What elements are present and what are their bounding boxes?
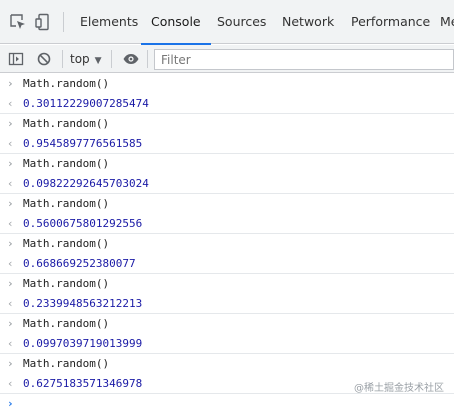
console-result-line[interactable]: ‹ 0.09822292645703024 (0, 174, 454, 194)
input-chevron-icon: › (7, 117, 14, 130)
console-input-line[interactable]: › Math.random() (0, 154, 454, 174)
console-input-text: Math.random() (23, 357, 110, 370)
console-result-line[interactable]: ‹ 0.668669252380077 (0, 254, 454, 274)
result-chevron-icon: ‹ (7, 256, 14, 270)
console-entry: › Math.random() ‹ 0.668669252380077 (0, 234, 454, 274)
clear-console-icon[interactable] (35, 50, 53, 68)
input-chevron-icon: › (7, 197, 14, 210)
live-expression-eye-icon[interactable] (122, 50, 140, 68)
console-result-line[interactable]: ‹ 0.30112229007285474 (0, 94, 454, 114)
console-result-value: 0.09822292645703024 (23, 176, 149, 190)
console-input-line[interactable]: › Math.random() (0, 274, 454, 294)
execution-context-select[interactable]: top ▼ (70, 45, 102, 73)
console-input-line[interactable]: › Math.random() (0, 234, 454, 254)
console-input-text: Math.random() (23, 277, 110, 290)
execution-context-value: top (70, 52, 90, 66)
toolbar-divider (147, 50, 148, 68)
input-chevron-icon: › (7, 77, 14, 90)
result-chevron-icon: ‹ (7, 96, 14, 110)
console-output: › Math.random() ‹ 0.30112229007285474 › Math.… (0, 74, 454, 409)
input-chevron-icon: › (7, 277, 14, 290)
chevron-down-icon: ▼ (94, 56, 102, 66)
console-toolbar: top ▼ (0, 45, 454, 73)
inspect-element-icon[interactable] (8, 12, 28, 32)
console-prompt[interactable]: › (0, 394, 454, 409)
console-entry: › Math.random() ‹ 0.09822292645703024 (0, 154, 454, 194)
tab-memory[interactable]: Memory (440, 0, 454, 44)
result-chevron-icon: ‹ (7, 376, 14, 390)
console-input-text: Math.random() (23, 77, 110, 90)
console-entry: › Math.random() ‹ 0.30112229007285474 (0, 74, 454, 114)
console-result-line[interactable]: ‹ 0.2339948563212213 (0, 294, 454, 314)
console-input-line[interactable]: › Math.random() (0, 194, 454, 214)
console-input-line[interactable]: › Math.random() (0, 114, 454, 134)
console-result-value: 0.30112229007285474 (23, 96, 149, 110)
console-input-text: Math.random() (23, 197, 110, 210)
result-chevron-icon: ‹ (7, 296, 14, 310)
console-result-line[interactable]: ‹ 0.0997039719013999 (0, 334, 454, 354)
tab-sources[interactable]: Sources (217, 0, 266, 44)
console-result-value: 0.668669252380077 (23, 256, 136, 270)
tab-console[interactable]: Console (141, 0, 211, 45)
tab-performance[interactable]: Performance (351, 0, 430, 44)
console-input-text: Math.random() (23, 117, 110, 130)
tab-network[interactable]: Network (282, 0, 334, 44)
console-entry: › Math.random() ‹ 0.9545897776561585 (0, 114, 454, 154)
toolbar-divider (111, 50, 112, 68)
console-result-value: 0.5600675801292556 (23, 216, 143, 230)
device-toolbar-icon[interactable] (34, 12, 54, 32)
watermark: @稀土掘金技术社区 (354, 383, 444, 394)
console-entry: › Math.random() ‹ 0.0997039719013999 (0, 314, 454, 354)
console-entry: › Math.random() ‹ 0.5600675801292556 (0, 194, 454, 234)
input-chevron-icon: › (7, 237, 14, 250)
result-chevron-icon: ‹ (7, 136, 14, 150)
prompt-chevron-icon: › (7, 397, 14, 409)
console-result-line[interactable]: ‹ 0.5600675801292556 (0, 214, 454, 234)
result-chevron-icon: ‹ (7, 216, 14, 230)
console-input-line[interactable]: › Math.random() (0, 314, 454, 334)
filter-input[interactable] (154, 49, 454, 70)
console-result-value: 0.9545897776561585 (23, 136, 143, 150)
input-chevron-icon: › (7, 357, 14, 370)
console-input-text: Math.random() (23, 317, 110, 330)
toolbar-divider (63, 12, 64, 32)
console-input-text: Math.random() (23, 157, 110, 170)
console-input-line[interactable]: › Math.random() (0, 74, 454, 94)
input-chevron-icon: › (7, 317, 14, 330)
toolbar-divider (62, 50, 63, 68)
console-entry: › Math.random() ‹ 0.2339948563212213 (0, 274, 454, 314)
show-sidebar-icon[interactable] (7, 50, 25, 68)
console-result-line[interactable]: ‹ 0.9545897776561585 (0, 134, 454, 154)
result-chevron-icon: ‹ (7, 176, 14, 190)
tab-elements[interactable]: Elements (80, 0, 138, 44)
devtools-tab-bar: Elements Console Sources Network Perform… (0, 0, 454, 45)
input-chevron-icon: › (7, 157, 14, 170)
console-result-value: 0.2339948563212213 (23, 296, 143, 310)
console-result-value: 0.6275183571346978 (23, 376, 143, 390)
result-chevron-icon: ‹ (7, 336, 14, 350)
console-input-line[interactable]: › Math.random() (0, 354, 454, 374)
console-result-value: 0.0997039719013999 (23, 336, 143, 350)
console-input-text: Math.random() (23, 237, 110, 250)
